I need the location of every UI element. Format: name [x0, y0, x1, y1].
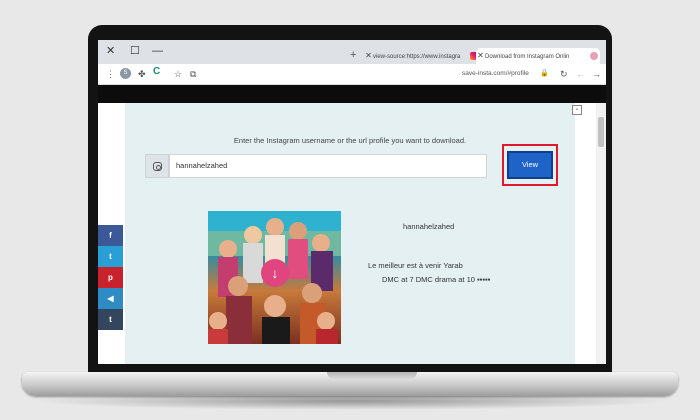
telegram-share-button[interactable]: ◀: [98, 288, 123, 309]
back-icon[interactable]: ←: [576, 68, 585, 80]
profile-username: hannahelzahed: [403, 222, 455, 231]
share-sidebar: f t p ◀ t: [98, 225, 123, 330]
instagram-icon: [153, 162, 162, 171]
username-search-input[interactable]: hannahelzahed: [169, 154, 487, 178]
tumblr-share-button[interactable]: t: [98, 309, 123, 330]
new-tab-button[interactable]: +: [350, 49, 356, 61]
extension-icon[interactable]: ✤: [138, 68, 146, 80]
tab-view-source[interactable]: ✕view-source:https://www.instagra: [364, 48, 476, 64]
page-content: Enter the Instagram username or the url …: [98, 103, 606, 364]
tab-strip: ✕ ☐ — + ✕view-source:https://www.instagr…: [98, 40, 606, 64]
browser-window: ✕ ☐ — + ✕view-source:https://www.instagr…: [98, 40, 606, 364]
close-tab-icon[interactable]: ✕: [364, 48, 373, 64]
forward-icon[interactable]: →: [592, 68, 601, 80]
lock-icon: 🔒: [540, 70, 549, 77]
profile-bio-line1: Le meilleur est à venir Yarab: [368, 261, 463, 270]
instagram-icon-box: [145, 154, 169, 178]
black-banner: [98, 85, 606, 103]
download-arrow-icon[interactable]: ↓: [261, 259, 289, 287]
profile-icon[interactable]: S: [120, 68, 131, 79]
facebook-share-button[interactable]: f: [98, 225, 123, 246]
scrollbar-thumb[interactable]: [598, 117, 604, 147]
close-window-icon[interactable]: ✕: [106, 44, 115, 58]
profile-preview-image[interactable]: ↓: [208, 211, 341, 344]
view-button[interactable]: View: [507, 151, 553, 179]
puzzle-icon[interactable]: ⧉: [190, 68, 196, 80]
twitter-share-button[interactable]: t: [98, 246, 123, 267]
address-bar[interactable]: save-insta.com/#profile: [462, 68, 529, 80]
laptop-base: [22, 372, 678, 396]
star-icon[interactable]: ☆: [174, 68, 182, 80]
tab-download-instagram[interactable]: ✕Download from Instagram Onlin: [476, 48, 600, 64]
minimize-window-icon[interactable]: —: [152, 44, 163, 58]
download-panel: Enter the Instagram username or the url …: [125, 103, 575, 364]
site-favicon-icon: [590, 52, 598, 60]
vertical-scrollbar[interactable]: [596, 103, 606, 364]
menu-dots-icon[interactable]: ⋮: [106, 68, 115, 80]
profile-bio-line2: DMC at 7 DMC drama at 10 ▪▪▪▪▪: [382, 275, 491, 284]
browser-toolbar: ⋮ S ✤ C ☆ ⧉ save-insta.com/#profile 🔒 ↻ …: [98, 64, 606, 85]
user-corner-icon[interactable]: ▪: [572, 105, 582, 115]
reload-icon[interactable]: ↻: [560, 68, 568, 80]
maximize-window-icon[interactable]: ☐: [130, 44, 140, 58]
tab-label: Download from Instagram Onlin: [485, 54, 570, 60]
laptop-notch: [327, 372, 417, 379]
pinterest-share-button[interactable]: p: [98, 267, 123, 288]
close-tab-icon[interactable]: ✕: [476, 48, 485, 64]
c-extension-icon[interactable]: C: [153, 66, 160, 77]
tab-label: view-source:https://www.instagra: [373, 54, 461, 60]
